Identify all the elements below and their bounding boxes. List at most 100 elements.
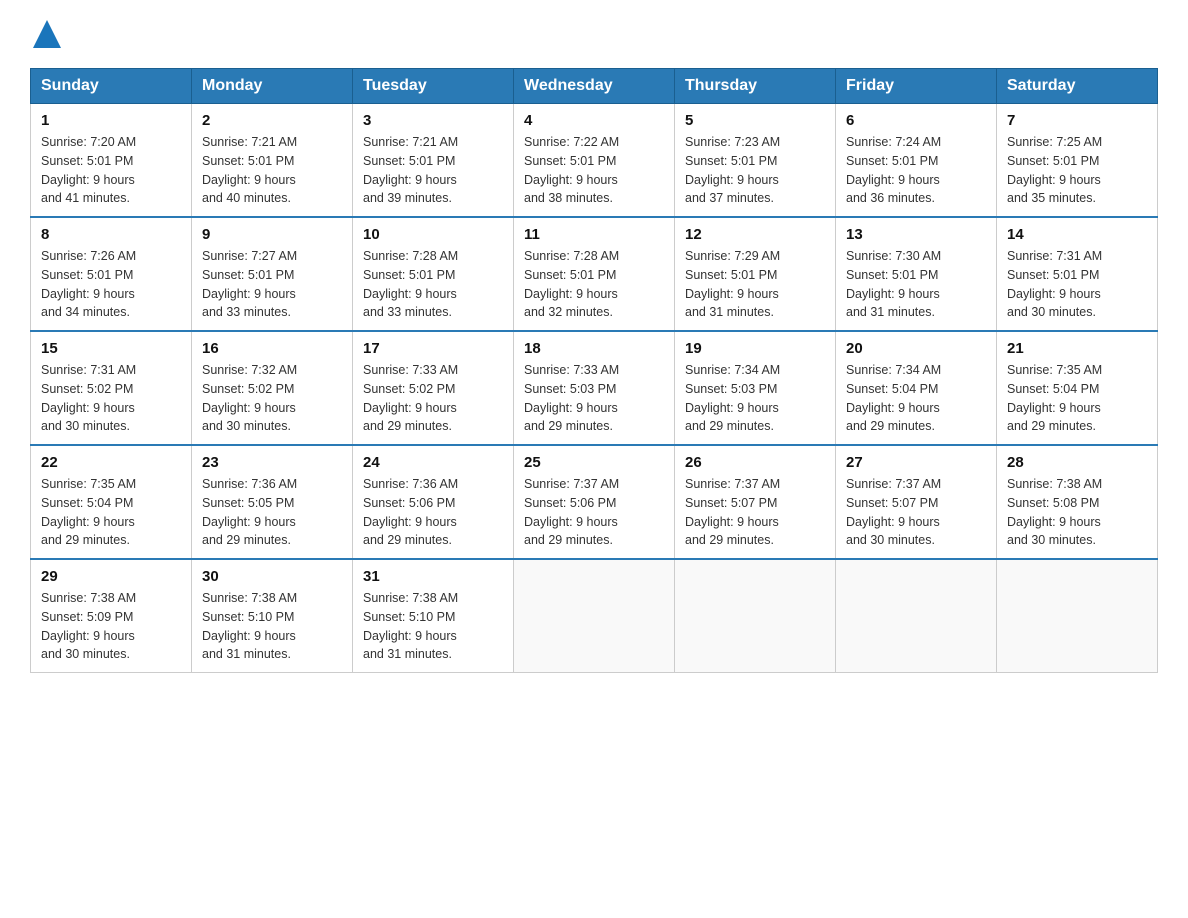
day-info: Sunrise: 7:34 AMSunset: 5:04 PMDaylight:… xyxy=(846,361,986,436)
day-number: 27 xyxy=(846,454,986,471)
day-info: Sunrise: 7:28 AMSunset: 5:01 PMDaylight:… xyxy=(524,247,664,322)
calendar-day-cell: 15 Sunrise: 7:31 AMSunset: 5:02 PMDayligh… xyxy=(31,331,192,445)
calendar-week-row: 22 Sunrise: 7:35 AMSunset: 5:04 PMDayligh… xyxy=(31,445,1158,559)
calendar-header-sunday: Sunday xyxy=(31,69,192,104)
day-info: Sunrise: 7:25 AMSunset: 5:01 PMDaylight:… xyxy=(1007,133,1147,208)
calendar-day-cell: 17 Sunrise: 7:33 AMSunset: 5:02 PMDayligh… xyxy=(353,331,514,445)
calendar-day-cell xyxy=(997,559,1158,673)
day-number: 9 xyxy=(202,226,342,243)
calendar-day-cell: 11 Sunrise: 7:28 AMSunset: 5:01 PMDayligh… xyxy=(514,217,675,331)
calendar-day-cell: 2Sunrise: 7:21 AMSunset: 5:01 PMDaylight… xyxy=(192,104,353,218)
day-info: Sunrise: 7:21 AMSunset: 5:01 PMDaylight:… xyxy=(363,133,503,208)
day-info: Sunrise: 7:21 AMSunset: 5:01 PMDaylight:… xyxy=(202,133,342,208)
calendar-day-cell: 6Sunrise: 7:24 AMSunset: 5:01 PMDaylight… xyxy=(836,104,997,218)
calendar-header-friday: Friday xyxy=(836,69,997,104)
calendar-day-cell xyxy=(675,559,836,673)
day-number: 21 xyxy=(1007,340,1147,357)
day-number: 28 xyxy=(1007,454,1147,471)
day-info: Sunrise: 7:32 AMSunset: 5:02 PMDaylight:… xyxy=(202,361,342,436)
calendar-day-cell: 21 Sunrise: 7:35 AMSunset: 5:04 PMDayligh… xyxy=(997,331,1158,445)
day-number: 1 xyxy=(41,112,181,129)
calendar-header-saturday: Saturday xyxy=(997,69,1158,104)
day-info: Sunrise: 7:26 AMSunset: 5:01 PMDaylight:… xyxy=(41,247,181,322)
day-info: Sunrise: 7:34 AMSunset: 5:03 PMDaylight:… xyxy=(685,361,825,436)
day-number: 11 xyxy=(524,226,664,243)
day-info: Sunrise: 7:38 AMSunset: 5:08 PMDaylight:… xyxy=(1007,475,1147,550)
day-number: 6 xyxy=(846,112,986,129)
calendar-day-cell: 30 Sunrise: 7:38 AMSunset: 5:10 PMDayligh… xyxy=(192,559,353,673)
logo-triangle-icon xyxy=(33,20,61,48)
day-number: 15 xyxy=(41,340,181,357)
calendar-week-row: 15 Sunrise: 7:31 AMSunset: 5:02 PMDayligh… xyxy=(31,331,1158,445)
day-number: 25 xyxy=(524,454,664,471)
calendar-day-cell: 16 Sunrise: 7:32 AMSunset: 5:02 PMDayligh… xyxy=(192,331,353,445)
day-number: 24 xyxy=(363,454,503,471)
calendar-day-cell: 19 Sunrise: 7:34 AMSunset: 5:03 PMDayligh… xyxy=(675,331,836,445)
calendar-table: SundayMondayTuesdayWednesdayThursdayFrid… xyxy=(30,68,1158,673)
day-number: 18 xyxy=(524,340,664,357)
day-number: 12 xyxy=(685,226,825,243)
day-number: 30 xyxy=(202,568,342,585)
day-number: 14 xyxy=(1007,226,1147,243)
calendar-day-cell: 4 Sunrise: 7:22 AMSunset: 5:01 PMDaylight… xyxy=(514,104,675,218)
calendar-day-cell: 14 Sunrise: 7:31 AMSunset: 5:01 PMDayligh… xyxy=(997,217,1158,331)
day-info: Sunrise: 7:20 AMSunset: 5:01 PMDaylight:… xyxy=(41,133,181,208)
day-info: Sunrise: 7:31 AMSunset: 5:02 PMDaylight:… xyxy=(41,361,181,436)
day-number: 4 xyxy=(524,112,664,129)
calendar-day-cell xyxy=(836,559,997,673)
calendar-day-cell: 22 Sunrise: 7:35 AMSunset: 5:04 PMDayligh… xyxy=(31,445,192,559)
day-number: 17 xyxy=(363,340,503,357)
day-info: Sunrise: 7:30 AMSunset: 5:01 PMDaylight:… xyxy=(846,247,986,322)
day-info: Sunrise: 7:27 AMSunset: 5:01 PMDaylight:… xyxy=(202,247,342,322)
calendar-day-cell: 12 Sunrise: 7:29 AMSunset: 5:01 PMDayligh… xyxy=(675,217,836,331)
calendar-day-cell: 9 Sunrise: 7:27 AMSunset: 5:01 PMDaylight… xyxy=(192,217,353,331)
calendar-header-wednesday: Wednesday xyxy=(514,69,675,104)
calendar-day-cell: 28 Sunrise: 7:38 AMSunset: 5:08 PMDayligh… xyxy=(997,445,1158,559)
day-info: Sunrise: 7:33 AMSunset: 5:02 PMDaylight:… xyxy=(363,361,503,436)
calendar-day-cell: 10Sunrise: 7:28 AMSunset: 5:01 PMDayligh… xyxy=(353,217,514,331)
day-number: 26 xyxy=(685,454,825,471)
day-number: 7 xyxy=(1007,112,1147,129)
day-info: Sunrise: 7:35 AMSunset: 5:04 PMDaylight:… xyxy=(41,475,181,550)
calendar-day-cell: 31 Sunrise: 7:38 AMSunset: 5:10 PMDayligh… xyxy=(353,559,514,673)
day-info: Sunrise: 7:37 AMSunset: 5:06 PMDaylight:… xyxy=(524,475,664,550)
calendar-header-tuesday: Tuesday xyxy=(353,69,514,104)
day-info: Sunrise: 7:33 AMSunset: 5:03 PMDaylight:… xyxy=(524,361,664,436)
day-info: Sunrise: 7:22 AMSunset: 5:01 PMDaylight:… xyxy=(524,133,664,208)
day-number: 22 xyxy=(41,454,181,471)
day-info: Sunrise: 7:38 AMSunset: 5:10 PMDaylight:… xyxy=(363,589,503,664)
calendar-week-row: 8 Sunrise: 7:26 AMSunset: 5:01 PMDaylight… xyxy=(31,217,1158,331)
calendar-day-cell: 24 Sunrise: 7:36 AMSunset: 5:06 PMDayligh… xyxy=(353,445,514,559)
day-info: Sunrise: 7:23 AMSunset: 5:01 PMDaylight:… xyxy=(685,133,825,208)
day-number: 29 xyxy=(41,568,181,585)
day-number: 23 xyxy=(202,454,342,471)
day-number: 5 xyxy=(685,112,825,129)
day-number: 31 xyxy=(363,568,503,585)
calendar-day-cell: 29Sunrise: 7:38 AMSunset: 5:09 PMDayligh… xyxy=(31,559,192,673)
day-info: Sunrise: 7:35 AMSunset: 5:04 PMDaylight:… xyxy=(1007,361,1147,436)
calendar-header-thursday: Thursday xyxy=(675,69,836,104)
day-number: 20 xyxy=(846,340,986,357)
calendar-day-cell: 1 Sunrise: 7:20 AMSunset: 5:01 PMDaylight… xyxy=(31,104,192,218)
day-info: Sunrise: 7:31 AMSunset: 5:01 PMDaylight:… xyxy=(1007,247,1147,322)
calendar-day-cell: 8 Sunrise: 7:26 AMSunset: 5:01 PMDaylight… xyxy=(31,217,192,331)
day-info: Sunrise: 7:28 AMSunset: 5:01 PMDaylight:… xyxy=(363,247,503,322)
day-number: 19 xyxy=(685,340,825,357)
day-number: 16 xyxy=(202,340,342,357)
calendar-day-cell: 26 Sunrise: 7:37 AMSunset: 5:07 PMDayligh… xyxy=(675,445,836,559)
calendar-header-row: SundayMondayTuesdayWednesdayThursdayFrid… xyxy=(31,69,1158,104)
calendar-day-cell: 3Sunrise: 7:21 AMSunset: 5:01 PMDaylight… xyxy=(353,104,514,218)
day-info: Sunrise: 7:38 AMSunset: 5:10 PMDaylight:… xyxy=(202,589,342,664)
day-number: 13 xyxy=(846,226,986,243)
calendar-day-cell: 13 Sunrise: 7:30 AMSunset: 5:01 PMDayligh… xyxy=(836,217,997,331)
day-info: Sunrise: 7:36 AMSunset: 5:06 PMDaylight:… xyxy=(363,475,503,550)
logo xyxy=(30,20,61,50)
page-header xyxy=(30,20,1158,50)
day-number: 8 xyxy=(41,226,181,243)
day-info: Sunrise: 7:29 AMSunset: 5:01 PMDaylight:… xyxy=(685,247,825,322)
calendar-day-cell: 18 Sunrise: 7:33 AMSunset: 5:03 PMDayligh… xyxy=(514,331,675,445)
calendar-day-cell xyxy=(514,559,675,673)
day-info: Sunrise: 7:37 AMSunset: 5:07 PMDaylight:… xyxy=(685,475,825,550)
calendar-day-cell: 7 Sunrise: 7:25 AMSunset: 5:01 PMDaylight… xyxy=(997,104,1158,218)
calendar-header-monday: Monday xyxy=(192,69,353,104)
